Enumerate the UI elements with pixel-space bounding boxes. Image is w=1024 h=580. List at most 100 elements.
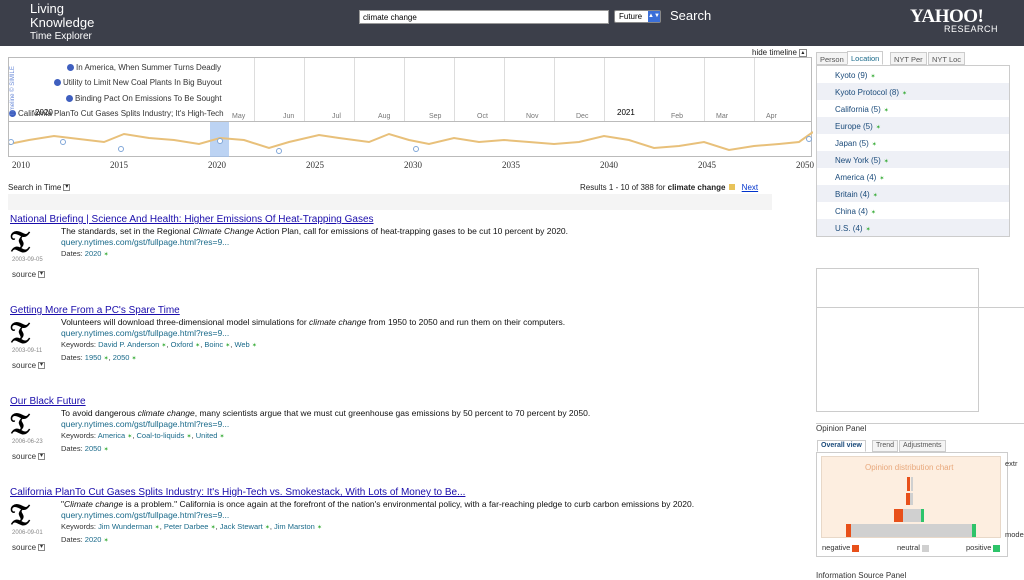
- timeline-overview-band[interactable]: [8, 122, 813, 157]
- result-title-link[interactable]: California PlanTo Cut Gases Splits Indus…: [10, 487, 780, 498]
- snippet-text: , many scientists argue that we must cut…: [194, 408, 591, 418]
- tab-trend[interactable]: Trend: [872, 440, 899, 452]
- timeline-event-label: California PlanTo Cut Gases Splits Indus…: [18, 109, 224, 118]
- keyword-link[interactable]: United: [196, 431, 218, 440]
- opinion-bar-neutral: [903, 509, 921, 522]
- result-url[interactable]: query.nytimes.com/gst/fullpage.html?res=…: [61, 237, 771, 248]
- keyword-link[interactable]: David P. Anderson: [98, 340, 159, 349]
- result-title-link[interactable]: Our Black Future: [10, 396, 780, 407]
- axis-moderate-label: mode: [1005, 530, 1024, 539]
- location-facet-item[interactable]: Kyoto (9) ✶: [817, 66, 1009, 83]
- tab-overall-view[interactable]: Overall view: [817, 440, 866, 452]
- keyword-link[interactable]: Jack Stewart: [220, 522, 263, 531]
- star-icon[interactable]: ✶: [873, 193, 878, 199]
- location-facet-item[interactable]: New York (5) ✶: [817, 151, 1009, 168]
- app-logo[interactable]: Living Knowledge Time Explorer: [30, 2, 94, 44]
- location-facet-item[interactable]: Britain (4) ✶: [817, 185, 1009, 202]
- result-url[interactable]: query.nytimes.com/gst/fullpage.html?res=…: [61, 510, 771, 521]
- timeline-event[interactable]: In America, When Summer Turns Deadly: [67, 63, 221, 72]
- nyt-logo-icon: 𝔗: [10, 499, 30, 532]
- location-facet-item[interactable]: Europe (5) ✶: [817, 117, 1009, 134]
- source-toggle[interactable]: source ▾: [12, 452, 46, 461]
- star-icon[interactable]: ✶: [902, 91, 907, 97]
- opinion-bar-neutral: [851, 524, 972, 537]
- result-date: 2006-09-01: [12, 530, 43, 536]
- search-result: National Briefing | Science And Health: …: [10, 214, 780, 279]
- timeline-overview-year: 2045: [698, 160, 716, 170]
- positive-swatch: [993, 544, 1001, 552]
- timeline-gridline: [604, 58, 605, 121]
- timeline-event-label: Binding Pact On Emissions To Be Sought: [75, 94, 222, 103]
- source-toggle[interactable]: source ▾: [12, 270, 46, 279]
- negative-swatch: [852, 544, 860, 552]
- source-toggle[interactable]: source ▾: [12, 543, 46, 552]
- location-facet-item[interactable]: America (4) ✶: [817, 168, 1009, 185]
- search-input[interactable]: [359, 10, 609, 24]
- location-facet-item[interactable]: Japan (5) ✶: [817, 134, 1009, 151]
- location-facet-item[interactable]: California (5) ✶: [817, 100, 1009, 117]
- keyword-link[interactable]: Boinc: [204, 340, 223, 349]
- source-toggle[interactable]: source ▾: [12, 361, 46, 370]
- dropdown-icon: ▾: [38, 271, 46, 279]
- timeline-event[interactable]: Binding Pact On Emissions To Be Sought: [66, 94, 222, 103]
- keyword-link[interactable]: Peter Darbee: [164, 522, 209, 531]
- timeline-detail-band[interactable]: May Jun Jul Aug Sep Oct Nov Dec Feb Mar Apr 2020 2…: [8, 57, 812, 122]
- location-facet-item[interactable]: U.S. (4) ✶: [817, 219, 1009, 236]
- star-icon[interactable]: ✶: [884, 159, 889, 165]
- keyword-link[interactable]: Web: [234, 340, 249, 349]
- result-title-link[interactable]: Getting More From a PC's Spare Time: [10, 305, 780, 316]
- star-icon[interactable]: ✶: [884, 108, 889, 114]
- keywords-label: Keywords:: [61, 340, 97, 349]
- keyword-link[interactable]: Jim Wunderman: [98, 522, 152, 531]
- timeline-event-label: Utility to Limit New Coal Plants In Big …: [63, 78, 222, 87]
- timeline-month-label: Sep: [429, 113, 442, 120]
- search-button[interactable]: Search: [670, 8, 711, 23]
- star-icon[interactable]: ✶: [872, 142, 877, 148]
- timeline-event[interactable]: California PlanTo Cut Gases Splits Indus…: [9, 109, 224, 118]
- tab-person[interactable]: Person: [816, 52, 848, 65]
- location-label: California (5): [835, 105, 881, 114]
- location-facet-item[interactable]: China (4) ✶: [817, 202, 1009, 219]
- star-icon[interactable]: ✶: [866, 227, 871, 233]
- time-direction-select[interactable]: Future ▲▼: [614, 10, 661, 23]
- keyword-link[interactable]: Oxford: [171, 340, 194, 349]
- location-label: Kyoto (9): [835, 71, 868, 80]
- result-date: 2003-09-11: [12, 348, 43, 354]
- source-label: source: [12, 452, 37, 461]
- star-icon[interactable]: ✶: [870, 74, 875, 80]
- star-icon: ✶: [186, 434, 192, 440]
- keyword-link[interactable]: Coal-to-liquids: [137, 431, 185, 440]
- timeline-gridline: [404, 58, 405, 121]
- source-label: source: [12, 361, 37, 370]
- opinion-panel-title: Opinion Panel: [816, 424, 867, 433]
- result-date: 2006-06-23: [12, 439, 43, 445]
- star-icon: ✶: [161, 343, 167, 349]
- opinion-bar-neutral: [911, 477, 913, 491]
- timeline-event[interactable]: Utility to Limit New Coal Plants In Big …: [54, 78, 222, 87]
- date-link[interactable]: 2020: [85, 535, 102, 544]
- result-title-link[interactable]: National Briefing | Science And Health: …: [10, 214, 780, 225]
- tab-location[interactable]: Location: [847, 51, 884, 65]
- keyword-link[interactable]: Jim Marston: [274, 522, 315, 531]
- next-page-link[interactable]: Next: [742, 183, 758, 192]
- star-icon[interactable]: ✶: [876, 125, 881, 131]
- star-icon[interactable]: ✶: [879, 176, 884, 182]
- result-url[interactable]: query.nytimes.com/gst/fullpage.html?res=…: [61, 328, 771, 339]
- hide-timeline-toggle[interactable]: hide timeline ▴: [752, 48, 807, 57]
- tab-nyt-person[interactable]: NYT Per: [890, 52, 927, 65]
- tab-nyt-location[interactable]: NYT Loc: [928, 52, 966, 65]
- star-icon[interactable]: ✶: [871, 210, 876, 216]
- result-url[interactable]: query.nytimes.com/gst/fullpage.html?res=…: [61, 419, 771, 430]
- keyword-link[interactable]: America: [98, 431, 126, 440]
- date-link[interactable]: 1950: [85, 353, 102, 362]
- timeline-gridline: [754, 58, 755, 121]
- date-link[interactable]: 2050: [85, 444, 102, 453]
- date-link[interactable]: 2050: [113, 353, 130, 362]
- dates-label: Dates:: [61, 353, 83, 362]
- search-in-time-toggle[interactable]: Search in Time ▾: [8, 183, 71, 192]
- snippet-highlight: Climate Change: [192, 226, 254, 236]
- date-link[interactable]: 2020: [85, 249, 102, 258]
- location-facet-item[interactable]: Kyoto Protocol (8) ✶: [817, 83, 1009, 100]
- result-dates: Dates: 2020 ✶: [61, 248, 771, 261]
- tab-adjustments[interactable]: Adjustments: [899, 440, 946, 452]
